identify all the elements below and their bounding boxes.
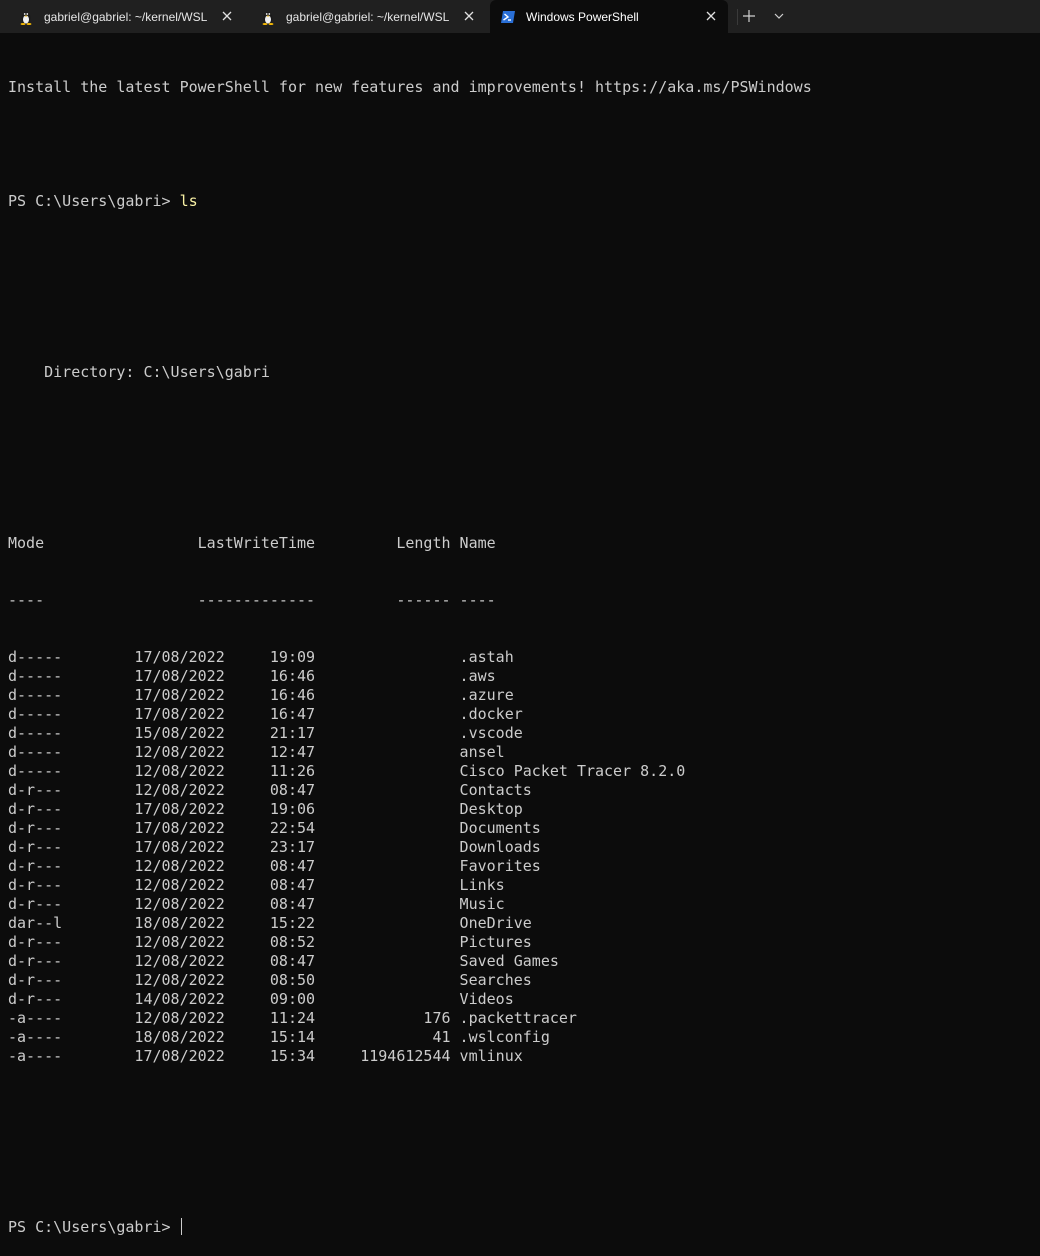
text-cursor bbox=[180, 1218, 182, 1235]
listing-row: d-r--- 12/08/2022 08:50 Searches bbox=[8, 971, 532, 989]
current-prompt-line[interactable]: PS C:\Users\gabri> bbox=[8, 1218, 1032, 1237]
listing-row: -a---- 18/08/2022 15:14 41 .wslconfig bbox=[8, 1028, 550, 1046]
listing-header: Mode LastWriteTime Length Name bbox=[8, 534, 496, 552]
linux-penguin-icon bbox=[262, 12, 274, 25]
linux-penguin-icon bbox=[20, 12, 32, 25]
powershell-icon bbox=[501, 11, 515, 23]
listing-row: d-r--- 12/08/2022 08:47 Favorites bbox=[8, 857, 541, 875]
close-icon[interactable] bbox=[704, 9, 718, 23]
listing-row: d-r--- 12/08/2022 08:52 Pictures bbox=[8, 933, 532, 951]
tab-separator bbox=[737, 9, 738, 25]
terminal-output[interactable]: Install the latest PowerShell for new fe… bbox=[8, 40, 1032, 1236]
plus-icon[interactable] bbox=[741, 8, 757, 24]
listing-rows: d----- 17/08/2022 19:09 .astah d----- 17/… bbox=[8, 648, 1032, 1066]
command-text: ls bbox=[179, 192, 198, 210]
directory-line: Directory: C:\Users\gabri bbox=[8, 363, 270, 381]
listing-row: d----- 17/08/2022 16:47 .docker bbox=[8, 705, 523, 723]
listing-row: d-r--- 12/08/2022 08:47 Links bbox=[8, 876, 505, 894]
listing-row: -a---- 12/08/2022 11:24 176 .packettrace… bbox=[8, 1009, 577, 1027]
tab-wsl-1[interactable]: gabriel@gabriel: ~/kernel/WSL bbox=[8, 0, 244, 33]
listing-row: d-r--- 12/08/2022 08:47 Contacts bbox=[8, 781, 532, 799]
listing-row: d----- 17/08/2022 16:46 .azure bbox=[8, 686, 514, 704]
close-icon[interactable] bbox=[220, 9, 234, 23]
listing-row: -a---- 17/08/2022 15:34 1194612544 vmlin… bbox=[8, 1047, 523, 1065]
tab-label: gabriel@gabriel: ~/kernel/WSL bbox=[286, 10, 450, 24]
tab-windows-powershell[interactable]: Windows PowerShell bbox=[490, 0, 728, 33]
tab-label: gabriel@gabriel: ~/kernel/WSL bbox=[44, 10, 208, 24]
prompt-line: PS C:\Users\gabri> ls bbox=[8, 192, 1032, 211]
tab-wsl-2[interactable]: gabriel@gabriel: ~/kernel/WSL bbox=[250, 0, 486, 33]
listing-row: d-r--- 17/08/2022 22:54 Documents bbox=[8, 819, 541, 837]
listing-row: d----- 15/08/2022 21:17 .vscode bbox=[8, 724, 523, 742]
tab-bar: gabriel@gabriel: ~/kernel/WSL gabriel@ga… bbox=[0, 0, 1040, 33]
listing-row: d-r--- 14/08/2022 09:00 Videos bbox=[8, 990, 514, 1008]
listing-row: dar--l 18/08/2022 15:22 OneDrive bbox=[8, 914, 532, 932]
listing-row: d-r--- 12/08/2022 08:47 Saved Games bbox=[8, 952, 559, 970]
listing-row: d-r--- 12/08/2022 08:47 Music bbox=[8, 895, 505, 913]
listing-row: d-r--- 17/08/2022 23:17 Downloads bbox=[8, 838, 541, 856]
prompt: PS C:\Users\gabri> bbox=[8, 1218, 180, 1236]
listing-row: d----- 17/08/2022 19:09 .astah bbox=[8, 648, 514, 666]
chevron-down-icon[interactable] bbox=[771, 8, 787, 24]
listing-header-rule: ---- ------------- ------ ---- bbox=[8, 591, 496, 609]
close-icon[interactable] bbox=[462, 9, 476, 23]
prompt: PS C:\Users\gabri> bbox=[8, 192, 180, 210]
listing-row: d----- 12/08/2022 11:26 Cisco Packet Tra… bbox=[8, 762, 686, 780]
listing-row: d----- 12/08/2022 12:47 ansel bbox=[8, 743, 505, 761]
banner-line: Install the latest PowerShell for new fe… bbox=[8, 78, 812, 96]
listing-row: d-r--- 17/08/2022 19:06 Desktop bbox=[8, 800, 523, 818]
tab-label: Windows PowerShell bbox=[526, 10, 639, 24]
listing-row: d----- 17/08/2022 16:46 .aws bbox=[8, 667, 496, 685]
